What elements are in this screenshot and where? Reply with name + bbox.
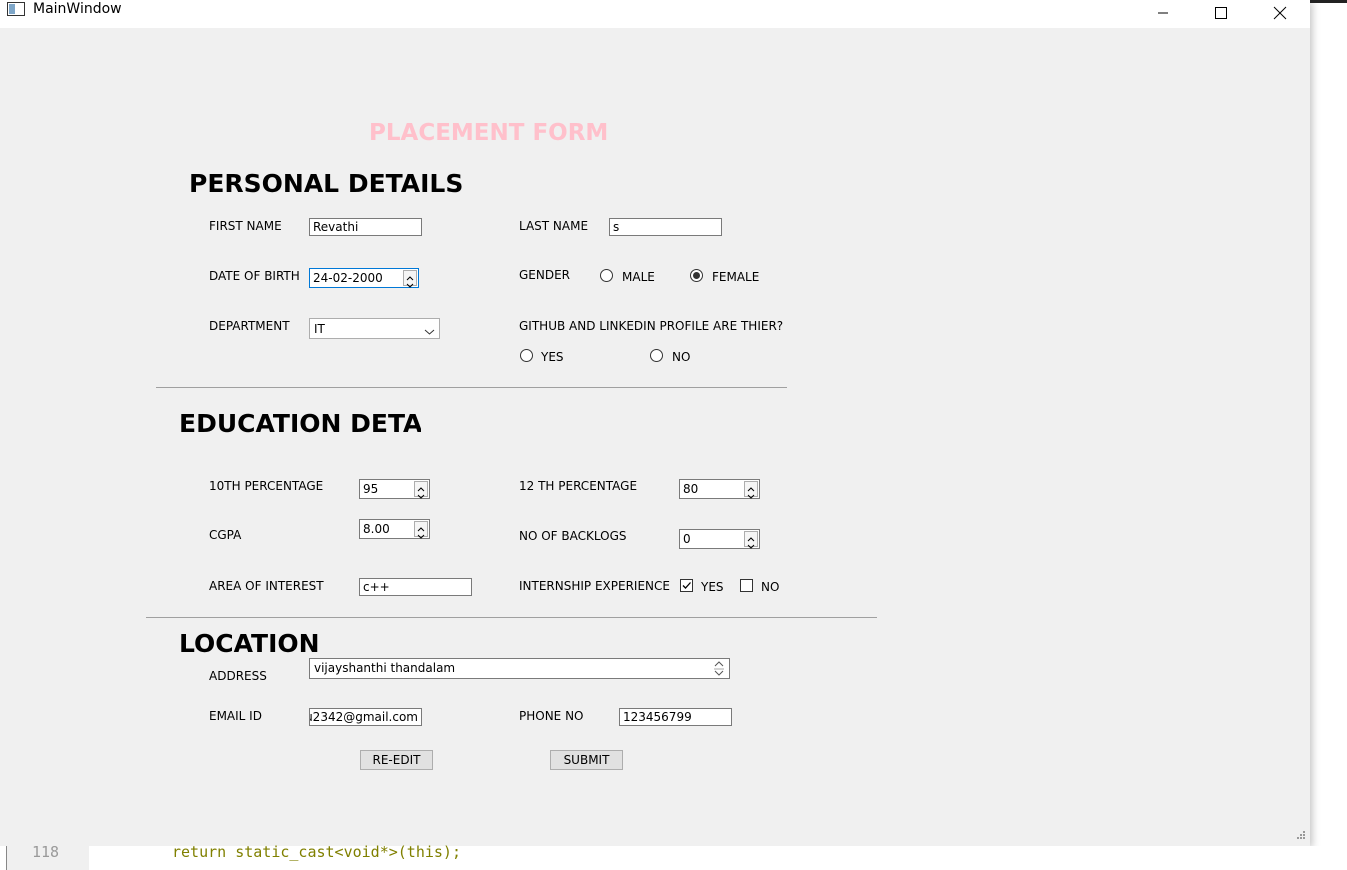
internship-yes-label: YES	[701, 580, 724, 594]
personal-details-heading: PERSONAL DETAILS	[189, 169, 464, 198]
email-input[interactable]: u2342@gmail.com	[309, 708, 422, 726]
interest-label: AREA OF INTEREST	[209, 579, 324, 593]
tenth-spinbox[interactable]: 95	[359, 479, 430, 499]
internship-label: INTERNSHIP EXPERIENCE	[519, 579, 670, 593]
first-name-label: FIRST NAME	[209, 219, 282, 233]
main-window: MainWindow PLACEMENT FORM PERSONAL DETAI…	[0, 0, 1310, 846]
interest-input[interactable]: c++	[359, 578, 472, 596]
education-details-heading: EDUCATION DETA:	[179, 409, 421, 438]
tenth-value: 95	[363, 482, 379, 496]
twelfth-value: 80	[683, 482, 699, 496]
code-line: return static_cast<void*>(this);	[172, 843, 461, 861]
internship-no-checkbox[interactable]	[740, 579, 753, 592]
gender-male-label: MALE	[622, 270, 655, 284]
cgpa-spin-arrows[interactable]	[414, 521, 428, 539]
backlogs-value: 0	[683, 532, 691, 546]
department-value: IT	[314, 322, 325, 336]
profile-yes-radio[interactable]	[520, 349, 533, 362]
last-name-label: LAST NAME	[519, 219, 589, 233]
close-icon	[1273, 6, 1287, 23]
location-heading: LOCATION	[179, 629, 320, 658]
spin-up-icon[interactable]	[404, 271, 416, 281]
close-button[interactable]	[1257, 0, 1303, 28]
email-value: u2342@gmail.com	[309, 710, 418, 724]
department-select[interactable]: IT	[309, 318, 440, 339]
backlogs-spin-arrows[interactable]	[744, 531, 758, 549]
twelfth-spin-arrows[interactable]	[744, 481, 758, 499]
profile-no-radio[interactable]	[650, 349, 663, 362]
first-name-input[interactable]: Revathi	[309, 218, 422, 236]
divider	[146, 617, 877, 618]
phone-label: PHONE NO	[519, 709, 584, 723]
spin-down-icon[interactable]	[745, 539, 757, 549]
resize-grip-icon[interactable]	[1296, 829, 1306, 843]
maximize-icon	[1215, 6, 1227, 22]
address-input[interactable]: vijayshanthi thandalam	[309, 658, 730, 679]
gender-female-radio[interactable]	[690, 269, 703, 282]
line-number: 118	[32, 843, 60, 861]
tenth-spin-arrows[interactable]	[414, 481, 428, 499]
internship-no-label: NO	[761, 580, 780, 594]
tenth-label: 10TH PERCENTAGE	[209, 479, 324, 493]
maximize-button[interactable]	[1198, 0, 1244, 28]
twelfth-spinbox[interactable]: 80	[679, 479, 760, 499]
address-label: ADDRESS	[209, 669, 267, 683]
email-label: EMAIL ID	[209, 709, 262, 723]
form-title: PLACEMENT FORM	[369, 120, 609, 146]
twelfth-label: 12 TH PERCENTAGE	[519, 479, 638, 493]
address-value: vijayshanthi thandalam	[314, 661, 456, 675]
profile-question-label: GITHUB AND LINKEDIN PROFILE ARE THIER?	[519, 319, 784, 333]
last-name-input[interactable]: s	[609, 218, 722, 236]
dob-spin-arrows[interactable]	[403, 270, 417, 288]
cgpa-value: 8.00	[363, 522, 390, 536]
dob-label: DATE OF BIRTH	[209, 269, 300, 283]
check-icon	[682, 582, 691, 589]
title-bar[interactable]: MainWindow	[0, 0, 1310, 28]
app-icon	[7, 2, 25, 16]
background-code-editor: 118 return static_cast<void*>(this);	[0, 843, 1347, 870]
gender-male-radio[interactable]	[600, 269, 613, 282]
reedit-button[interactable]: RE-EDIT	[360, 750, 433, 770]
backlogs-label: NO OF BACKLOGS	[519, 529, 627, 543]
spin-up-icon[interactable]	[415, 522, 427, 532]
spin-down-icon[interactable]	[415, 489, 427, 499]
minimize-button[interactable]	[1140, 0, 1186, 28]
background-dark-strip	[1310, 0, 1347, 3]
cgpa-label: CGPA	[209, 528, 242, 542]
spin-up-icon[interactable]	[415, 482, 427, 492]
spin-down-icon[interactable]	[415, 529, 427, 539]
dob-value: 24-02-2000	[313, 271, 383, 285]
window-title: MainWindow	[33, 1, 122, 17]
spin-up-icon[interactable]	[745, 532, 757, 542]
profile-yes-label: YES	[541, 350, 564, 364]
minimize-icon	[1157, 7, 1169, 22]
submit-button[interactable]: SUBMIT	[550, 750, 623, 770]
scroll-arrows-icon[interactable]	[712, 660, 726, 678]
divider	[156, 387, 787, 388]
profile-no-label: NO	[672, 350, 691, 364]
spin-down-icon[interactable]	[745, 489, 757, 499]
cgpa-spinbox[interactable]: 8.00	[359, 519, 430, 539]
phone-input[interactable]: 123456799	[619, 708, 732, 726]
gender-label: GENDER	[519, 268, 571, 282]
backlogs-spinbox[interactable]: 0	[679, 529, 760, 549]
internship-yes-checkbox[interactable]	[680, 579, 693, 592]
spin-up-icon[interactable]	[745, 482, 757, 492]
chevron-down-icon	[424, 324, 435, 338]
spin-down-icon[interactable]	[404, 278, 416, 288]
gender-female-label: FEMALE	[712, 270, 760, 284]
department-label: DEPARTMENT	[209, 319, 290, 333]
dob-date-edit[interactable]: 24-02-2000	[309, 268, 419, 288]
